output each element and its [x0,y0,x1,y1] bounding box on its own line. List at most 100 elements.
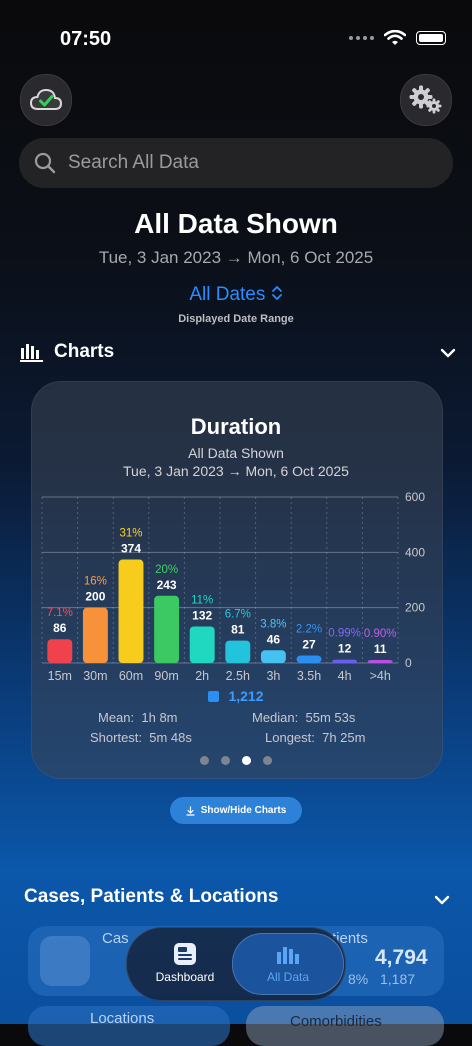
chart-title: Duration [190,414,282,439]
bar-percent-label: 16% [84,576,107,588]
x-tick-label: 90m [154,669,178,683]
search-input[interactable]: Search All Data [68,152,199,174]
settings-button[interactable] [400,74,452,126]
y-tick-label: 200 [405,601,425,615]
bar-percent-label: 0.90% [364,628,397,640]
show-hide-charts-label: Show/Hide Charts [200,805,287,816]
cases-collapse-chevron-icon[interactable] [434,894,450,906]
x-tick-label: 4h [338,669,352,683]
y-tick-label: 0 [405,656,412,670]
tab-dashboard-label: Dashboard [155,970,215,984]
chevron-up-down-icon [271,286,282,300]
status-icons [349,30,446,46]
cases-section-label: Cases, Patients & Locations [24,886,279,907]
comorbidities-tile-label: Comorbidities [290,1013,382,1030]
page-dot[interactable] [263,756,272,765]
bar-value-label: 27 [302,638,316,652]
bar-value-label: 81 [231,623,245,637]
dashboard-icon [174,943,196,965]
stat-longest-label: Longest: [265,730,315,745]
bar-percent-label: 2.2% [296,624,322,636]
bar-percent-label: 31% [119,528,142,540]
page-dot[interactable] [200,756,209,765]
search-bar[interactable]: Search All Data [19,138,453,188]
wifi-icon [384,30,406,45]
date-range-picker-label: All Dates [189,284,266,305]
cases-tile-icon [40,936,90,986]
bar-30m [82,607,108,663]
status-time: 07:50 [60,28,112,50]
cases-section-header[interactable]: Cases, Patients & Locations [24,886,278,908]
stat-shortest-value: 5m 48s [149,730,192,745]
chart-total: 1,212 [0,688,472,704]
expand-collapse-icon [186,805,195,816]
stat-median-label: Median: [252,710,299,725]
charts-section-header[interactable]: Charts [20,341,114,363]
bar-chart-icon [20,344,43,362]
chart-bars-icon [277,947,299,964]
x-tick-label: 3h [266,669,280,683]
stat-longest: Longest: 7h 25m [265,730,365,745]
bar-2.5h [225,640,251,663]
chart-page-indicator[interactable] [0,756,472,765]
page-title: All Data Shown [134,208,338,239]
search-icon [34,152,56,174]
patients-tile-pct: 8% [348,971,369,987]
tab-all-data-label: All Data [266,970,310,984]
bar-percent-label: 20% [155,564,178,576]
date-range-picker[interactable]: All Dates [0,284,472,306]
bar-value-label: 46 [267,632,281,646]
chart-subtitle: All Data Shown [188,445,284,461]
stat-median: Median: 55m 53s [252,710,355,725]
bar-value-label: 132 [192,608,212,622]
x-tick-label: 2.5h [226,669,250,683]
bar-percent-label: 0.99% [328,628,361,640]
bar-value-label: 243 [157,578,177,592]
page-dot[interactable] [221,756,230,765]
stat-shortest-label: Shortest: [90,730,143,745]
duration-bar-chart: 0 200 400 600 86 7.1% 15m 200 16% 30m 374 31% 60m 243… [41,490,425,683]
stat-shortest: Shortest: 5m 48s [90,730,192,745]
bar-2h [189,626,215,663]
show-hide-charts-button[interactable]: Show/Hide Charts [170,797,302,824]
y-tick-label: 400 [405,545,425,559]
bar-4h [332,659,358,663]
cloud-sync-button[interactable] [20,74,72,126]
total-square-icon [208,690,220,702]
bar-percent-label: 11% [191,594,213,606]
date-range-caption: Displayed Date Range [178,313,294,325]
stat-mean-label: Mean: [98,710,135,725]
gears-icon [409,85,442,114]
bar-value-label: 200 [85,590,105,604]
date-range: Tue, 3 Jan 2023 → Mon, 6 Oct 2025 [98,248,374,267]
bar-3.5h [296,655,322,663]
stat-median-value: 55m 53s [305,710,356,725]
bar-90m [154,595,180,663]
cases-tile-label: Cas [102,930,129,947]
charts-collapse-chevron-icon[interactable] [440,347,456,359]
stat-mean-value: 1h 8m [141,710,178,725]
tab-all-data[interactable]: All Data [232,933,344,995]
bar-value-label: 11 [374,642,387,656]
bar-percent-label: 3.8% [260,618,286,630]
bar-15m [47,639,73,663]
bar-value-label: 12 [338,642,352,656]
battery-icon [416,31,446,45]
y-tick-label: 600 [405,490,425,504]
bar->4h [367,659,393,663]
x-tick-label: 3.5h [297,669,321,683]
bar-percent-label: 6.7% [225,609,251,621]
page-dot-active[interactable] [242,756,251,765]
stat-mean: Mean: 1h 8m [98,710,178,725]
bar-3h [260,650,286,663]
x-tick-label: 2h [195,669,209,683]
locations-tile-label: Locations [90,1010,155,1027]
tab-dashboard[interactable]: Dashboard [130,933,240,993]
signal-icon [349,36,374,40]
bar-60m [118,559,144,663]
bar-value-label: 374 [121,542,141,556]
patients-tile-value: 4,794 [375,946,428,969]
bar-value-label: 86 [53,621,67,635]
charts-section-label: Charts [54,341,115,362]
patients-tile-sub: 1,187 [380,971,416,987]
